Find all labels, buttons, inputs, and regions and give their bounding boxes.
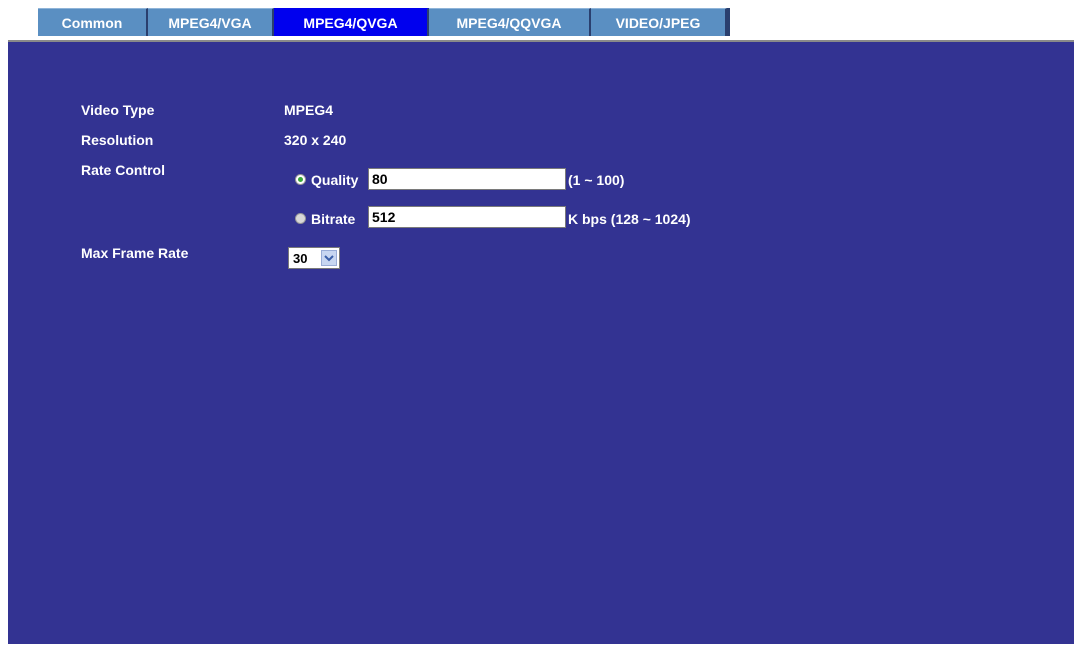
rate-control-label: Rate Control bbox=[81, 162, 165, 178]
bitrate-input[interactable] bbox=[368, 206, 566, 228]
quality-label: Quality bbox=[311, 172, 359, 188]
bitrate-range: K bps (128 ~ 1024) bbox=[568, 211, 691, 227]
max-frame-rate-select[interactable]: 30 bbox=[288, 247, 340, 269]
quality-input[interactable] bbox=[368, 168, 566, 190]
tab-mpeg4-qvga[interactable]: MPEG4/QVGA bbox=[274, 8, 429, 36]
video-type-value: MPEG4 bbox=[284, 102, 334, 118]
settings-panel: Video Type MPEG4 Resolution 320 x 240 Ra… bbox=[8, 40, 1074, 644]
tab-mpeg4-qqvga[interactable]: MPEG4/QQVGA bbox=[429, 8, 591, 36]
tab-common[interactable]: Common bbox=[38, 8, 148, 36]
tab-mpeg4-vga[interactable]: MPEG4/VGA bbox=[148, 8, 274, 36]
tab-bar-end bbox=[727, 8, 730, 36]
max-frame-rate-label: Max Frame Rate bbox=[81, 245, 189, 261]
bitrate-label: Bitrate bbox=[311, 211, 356, 227]
quality-range: (1 ~ 100) bbox=[568, 172, 625, 188]
chevron-down-icon[interactable] bbox=[321, 250, 337, 266]
video-type-label: Video Type bbox=[81, 102, 155, 118]
bitrate-radio[interactable] bbox=[295, 213, 306, 224]
resolution-label: Resolution bbox=[81, 132, 154, 148]
max-frame-rate-value: 30 bbox=[293, 250, 308, 266]
quality-radio[interactable] bbox=[295, 174, 306, 185]
tab-bar: Common MPEG4/VGA MPEG4/QVGA MPEG4/QQVGA … bbox=[38, 8, 730, 36]
tab-video-jpeg[interactable]: VIDEO/JPEG bbox=[591, 8, 727, 36]
resolution-value: 320 x 240 bbox=[284, 132, 347, 148]
